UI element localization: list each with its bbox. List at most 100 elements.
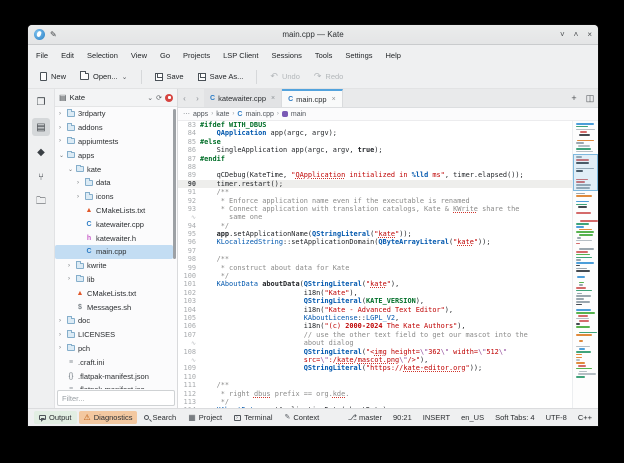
project-name[interactable]: Kate <box>70 93 85 102</box>
expander-icon[interactable]: ⌄ <box>59 152 66 159</box>
code-editor[interactable]: 83 #ifdef WITH_DBUS 84 QApplication app(ar… <box>178 121 572 408</box>
code-line-~[interactable]: ∿ src=\":/kate/mascot.png\"/>"), <box>178 356 572 364</box>
expander-icon[interactable]: › <box>59 111 66 117</box>
split-view-button[interactable]: ◫ <box>582 89 598 107</box>
expander-icon[interactable]: › <box>68 263 75 269</box>
redo-button[interactable]: ↷ Redo <box>310 69 347 84</box>
code-line-85[interactable]: 85 #else <box>178 138 572 146</box>
menu-settings[interactable]: Settings <box>345 51 372 60</box>
maximize-button[interactable]: ˄ <box>574 30 579 39</box>
tab-back-button[interactable]: ‹ <box>178 89 191 107</box>
code-line-~[interactable]: ∿ same one <box>178 213 572 221</box>
code-line-97[interactable]: 97 <box>178 247 572 255</box>
code-line-107[interactable]: 107 // use the other text field to get o… <box>178 331 572 339</box>
statusbar-context-button[interactable]: ✎ Context <box>279 411 324 424</box>
code-line-109[interactable]: 109 QStringLiteral("https://kate-editor.… <box>178 364 572 372</box>
tree-item-main.cpp[interactable]: Cmain.cpp <box>55 244 173 259</box>
menu-selection[interactable]: Selection <box>87 51 118 60</box>
status-en-us[interactable]: en_US <box>461 413 484 422</box>
menu-view[interactable]: View <box>131 51 147 60</box>
minimize-button[interactable]: ˅ <box>560 30 565 39</box>
code-line-98[interactable]: 98 /** <box>178 255 572 263</box>
expander-icon[interactable]: › <box>77 180 84 186</box>
expander-icon[interactable]: › <box>68 276 75 282</box>
menu-edit[interactable]: Edit <box>61 51 74 60</box>
tree-item-katewaiter.h[interactable]: h katewaiter.h <box>55 231 173 245</box>
expander-icon[interactable]: › <box>59 332 66 338</box>
filter-input[interactable]: Filter... <box>57 390 175 406</box>
code-line-83[interactable]: 83 #ifdef WITH_DBUS <box>178 121 572 129</box>
expander-icon[interactable]: › <box>59 125 66 131</box>
new-button[interactable]: New <box>36 69 70 84</box>
tree-item-.flatpak-manifest.json[interactable]: {} .flatpak-manifest.json <box>55 369 173 383</box>
tree-item-kate[interactable]: ⌄ kate <box>55 162 173 176</box>
menu-file[interactable]: File <box>36 51 48 60</box>
code-line-91[interactable]: 91 /** <box>178 188 572 196</box>
menu-go[interactable]: Go <box>160 51 170 60</box>
code-line-95[interactable]: 95 app.setApplicationName(QStringLiteral… <box>178 230 572 238</box>
project-stop-icon[interactable] <box>165 93 173 102</box>
tab-close-icon[interactable]: × <box>271 95 275 102</box>
tree-item-.flatpak-manifest.jso[interactable]: ≡.flatpak-manifest.jso <box>55 383 173 389</box>
code-line-101[interactable]: 101 KAboutData aboutData(QStringLiteral(… <box>178 280 572 288</box>
tree-item-kwrite[interactable]: › kwrite <box>55 259 173 273</box>
menu-sessions[interactable]: Sessions <box>271 51 301 60</box>
code-line-113[interactable]: 113 */ <box>178 398 572 406</box>
code-line-106[interactable]: 106 i18n("(c) 2000-2024 The Kate Authors… <box>178 322 572 330</box>
statusbar-project-button[interactable]: ▦ Project <box>183 411 227 424</box>
expander-icon[interactable]: ⌄ <box>68 166 75 173</box>
menu-tools[interactable]: Tools <box>315 51 333 60</box>
status-c-[interactable]: C++ <box>578 413 592 422</box>
code-line-86[interactable]: 86 SingleApplication app(argc, argv, tru… <box>178 146 572 154</box>
code-line-114[interactable]: 114 KAboutData::setApplicationData(about… <box>178 406 572 408</box>
code-line-108[interactable]: 108 QStringLiteral("<img height=\"362\" … <box>178 348 572 356</box>
code-line-110[interactable]: 110 <box>178 373 572 381</box>
code-line-99[interactable]: 99 * construct about data for Kate <box>178 264 572 272</box>
open-dropdown-chevron-icon[interactable]: ⌄ <box>122 73 128 81</box>
code-line-104[interactable]: 104 i18n("Kate - Advanced Text Editor"), <box>178 306 572 314</box>
code-line-~[interactable]: ∿ about dialog <box>178 339 572 347</box>
code-line-84[interactable]: 84 QApplication app(argc, argv); <box>178 129 572 137</box>
tree-item-doc[interactable]: › doc <box>55 314 173 328</box>
expander-icon[interactable]: › <box>59 138 66 144</box>
save-button[interactable]: Save <box>151 69 188 84</box>
tree-item-licenses[interactable]: › LICENSES <box>55 328 173 342</box>
breadcrumb-overflow-icon[interactable]: ⋯ <box>183 110 190 118</box>
documents-icon[interactable]: ❐ <box>32 93 50 111</box>
tree-item-data[interactable]: › data <box>55 176 173 190</box>
expander-icon[interactable]: › <box>59 318 66 324</box>
expander-icon[interactable]: › <box>77 194 84 200</box>
code-line-93[interactable]: 93 * Connect application with translatio… <box>178 205 572 213</box>
breadcrumb-apps[interactable]: apps <box>193 111 208 118</box>
tree-item-icons[interactable]: › icons <box>55 190 173 204</box>
breadcrumb-main.cpp[interactable]: main.cpp <box>245 111 273 118</box>
tree-item-lib[interactable]: › lib <box>55 273 173 287</box>
tree-item-messages.sh[interactable]: $ Messages.sh <box>55 300 173 314</box>
breadcrumb-kate[interactable]: kate <box>216 111 229 118</box>
tab-close-icon[interactable]: × <box>332 96 336 103</box>
status-utf-8[interactable]: UTF-8 <box>546 413 567 422</box>
code-line-89[interactable]: 89 qCDebug(KateTime, "QApplication initi… <box>178 171 572 179</box>
project-refresh-icon[interactable]: ⟳ <box>156 94 162 102</box>
open-button[interactable]: Open... ⌄ <box>76 69 131 84</box>
tree-scrollbar[interactable] <box>173 109 176 259</box>
undo-button[interactable]: ↶ Undo <box>266 69 303 84</box>
statusbar-search-button[interactable]: Search <box>139 411 181 424</box>
statusbar-output-button[interactable]: Output <box>34 411 77 424</box>
new-tab-button[interactable]: + <box>566 89 582 107</box>
code-line-87[interactable]: 87 #endif <box>178 155 572 163</box>
minimap-viewport[interactable] <box>573 154 598 191</box>
menu-projects[interactable]: Projects <box>183 51 210 60</box>
tree-item-addons[interactable]: › addons <box>55 121 173 135</box>
git-icon[interactable]: ◆ <box>32 143 50 161</box>
statusbar-diagnostics-button[interactable]: ⚠ Diagnostics <box>78 411 138 424</box>
status-insert[interactable]: INSERT <box>423 413 450 422</box>
tree-item-apps[interactable]: ⌄ apps <box>55 148 173 162</box>
tree-item-appiumtests[interactable]: › appiumtests <box>55 135 173 149</box>
status-master[interactable]: ⎇ master <box>348 413 382 422</box>
code-line-105[interactable]: 105 KAboutLicense::LGPL_V2, <box>178 314 572 322</box>
code-line-88[interactable]: 88 <box>178 163 572 171</box>
code-line-102[interactable]: 102 i18n("Kate"), <box>178 289 572 297</box>
project-icon[interactable]: ▤ <box>32 118 50 136</box>
close-button[interactable]: × <box>587 30 592 39</box>
